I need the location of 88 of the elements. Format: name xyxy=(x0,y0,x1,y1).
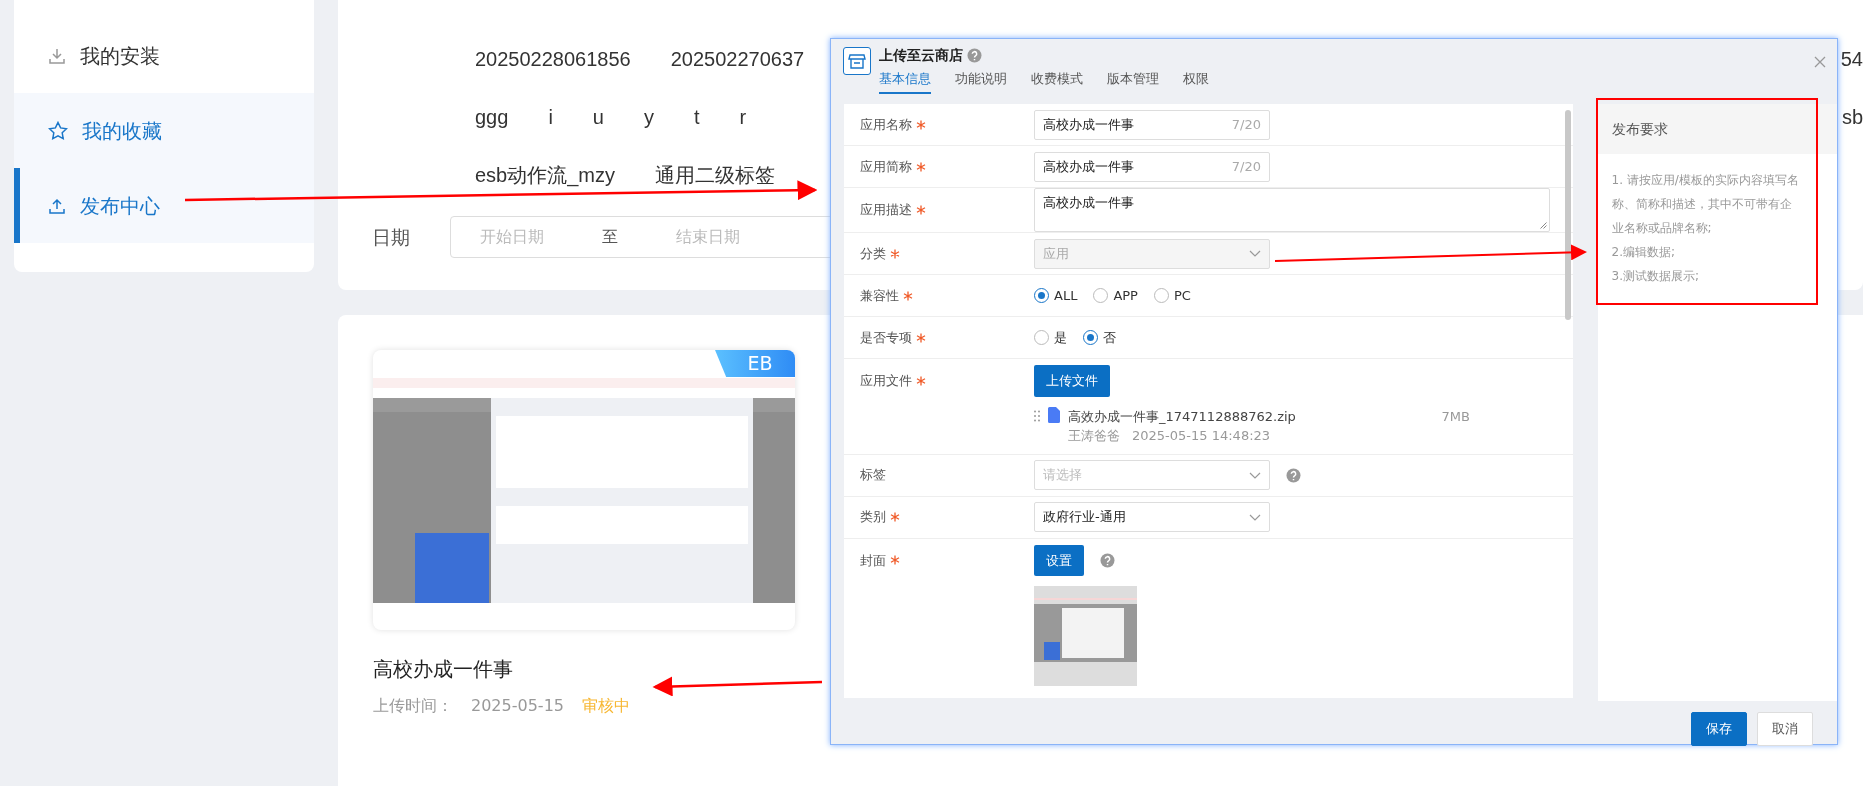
radio-button[interactable] xyxy=(1083,330,1098,345)
field-label: 类别 xyxy=(860,508,886,527)
drag-handle-icon xyxy=(1034,409,1040,422)
tag-option[interactable]: esb动作流_mzy xyxy=(475,160,616,190)
text-field[interactable]: 高校办成一件事 7/20 xyxy=(1034,151,1270,182)
radio-button[interactable] xyxy=(1034,288,1049,303)
chevron-down-icon xyxy=(1249,250,1261,257)
file-uploader: 王涛爸爸 xyxy=(1068,427,1120,445)
eb-badge: EB xyxy=(715,350,795,377)
app-card-title[interactable]: 高校办成一件事 xyxy=(373,654,795,684)
field-value: 高校办成一件事 xyxy=(1043,195,1134,210)
requirement-text: 1. 请按应用/模板的实际内容填写名称、简称和描述，其中不可带有企业名称或品牌名称; xyxy=(1611,172,1800,237)
radio-label: 否 xyxy=(1103,328,1116,347)
dialog-tab[interactable]: 基本信息 xyxy=(879,68,931,94)
tag-option[interactable]: r xyxy=(739,102,747,132)
field-label: 标签 xyxy=(860,466,886,485)
tag-option[interactable]: sb xyxy=(1841,102,1863,132)
tag-option[interactable]: 54 xyxy=(1840,44,1863,74)
requirement-text: 3.测试数据展示; xyxy=(1611,268,1700,285)
upload-time-label: 上传时间： xyxy=(373,695,453,717)
set-cover-button[interactable]: 设置 xyxy=(1034,544,1084,576)
upload-file-button[interactable]: 上传文件 xyxy=(1034,365,1110,397)
close-icon xyxy=(1813,54,1827,69)
chevron-down-icon xyxy=(1249,471,1261,479)
requirements-title: 发布要求 xyxy=(1597,104,1837,154)
dialog-tab[interactable]: 收费模式 xyxy=(1031,68,1083,94)
upload-icon xyxy=(48,196,66,215)
radio-button[interactable] xyxy=(1153,288,1169,303)
star-icon xyxy=(48,120,68,141)
tag-option[interactable]: t xyxy=(693,102,700,132)
tag-option[interactable]: i xyxy=(548,102,553,132)
start-date-placeholder: 开始日期 xyxy=(480,226,544,248)
scrollbar[interactable] xyxy=(1564,110,1571,320)
description-field[interactable]: 高校办成一件事 xyxy=(1034,188,1550,232)
file-name: 高效办成一件事_1747112888762.zip xyxy=(1068,407,1296,426)
upload-date: 2025-05-15 xyxy=(471,695,564,717)
tag-option[interactable]: y xyxy=(643,102,654,132)
requirement-text: 2.编辑数据; xyxy=(1611,244,1676,261)
radio-label: ALL xyxy=(1054,286,1078,305)
dialog-tab[interactable]: 权限 xyxy=(1183,68,1209,94)
dialog-tab[interactable]: 版本管理 xyxy=(1107,68,1159,94)
help-icon xyxy=(967,48,982,63)
radio-label: APP xyxy=(1113,286,1138,305)
zip-file-icon xyxy=(1048,406,1060,423)
radio-label: PC xyxy=(1173,286,1191,305)
field-value: 高校办成一件事 xyxy=(1043,157,1134,176)
character-counter: 7/20 xyxy=(1231,157,1261,176)
sidebar-item-label[interactable]: 我的安装 xyxy=(80,40,160,71)
tag-option[interactable]: 20250228061856 xyxy=(475,44,631,74)
file-time: 2025-05-15 14:48:23 xyxy=(1132,427,1271,445)
tag-option[interactable]: 通用二级标签 xyxy=(655,160,776,190)
field-label: 应用简称 xyxy=(860,157,912,176)
radio-button[interactable] xyxy=(1093,288,1109,303)
field-label: 兼容性 xyxy=(860,286,899,305)
select-field[interactable]: 政府行业-通用 xyxy=(1034,502,1270,532)
chevron-down-icon xyxy=(1249,513,1261,521)
sidebar-item-label[interactable]: 发布中心 xyxy=(80,190,160,221)
end-date-placeholder: 结束日期 xyxy=(676,226,740,248)
status-label: 审核中 xyxy=(582,695,630,717)
field-label: 应用名称 xyxy=(860,115,912,134)
field-label: 封面 xyxy=(860,551,886,570)
field-value: 政府行业-通用 xyxy=(1043,508,1126,527)
sidebar-item-label[interactable]: 我的收藏 xyxy=(82,115,162,146)
date-label: 日期 xyxy=(372,224,410,250)
cancel-button[interactable]: 取消 xyxy=(1757,712,1813,746)
text-field[interactable]: 高校办成一件事 7/20 xyxy=(1034,109,1270,140)
sidebar-item[interactable]: 发布中心 xyxy=(14,168,314,243)
tag-option[interactable]: 202502270637 xyxy=(670,44,805,74)
sidebar-item[interactable]: 我的安装 xyxy=(14,18,314,93)
field-value: 应用 xyxy=(1043,244,1069,263)
dialog-tab[interactable]: 功能说明 xyxy=(955,68,1007,94)
character-counter: 7/20 xyxy=(1231,115,1261,134)
download-icon xyxy=(48,46,66,65)
store-icon xyxy=(848,53,866,69)
tag-option[interactable]: ggg xyxy=(475,102,509,132)
select-placeholder: 请选择 xyxy=(1043,466,1082,485)
radio-label: 是 xyxy=(1054,328,1067,347)
save-button[interactable]: 保存 xyxy=(1691,712,1747,746)
sidebar-item[interactable]: 我的收藏 xyxy=(14,93,314,168)
dialog-title: 上传至云商店 xyxy=(879,46,963,65)
field-label: 是否专项 xyxy=(860,328,912,347)
resize-handle-icon xyxy=(1540,222,1547,229)
range-separator: 至 xyxy=(602,226,618,248)
tag-option[interactable]: u xyxy=(592,102,604,132)
radio-button[interactable] xyxy=(1034,330,1049,345)
field-value: 高校办成一件事 xyxy=(1043,115,1134,134)
field-label: 应用文件 xyxy=(860,372,912,390)
file-size: 7MB xyxy=(1441,407,1470,426)
